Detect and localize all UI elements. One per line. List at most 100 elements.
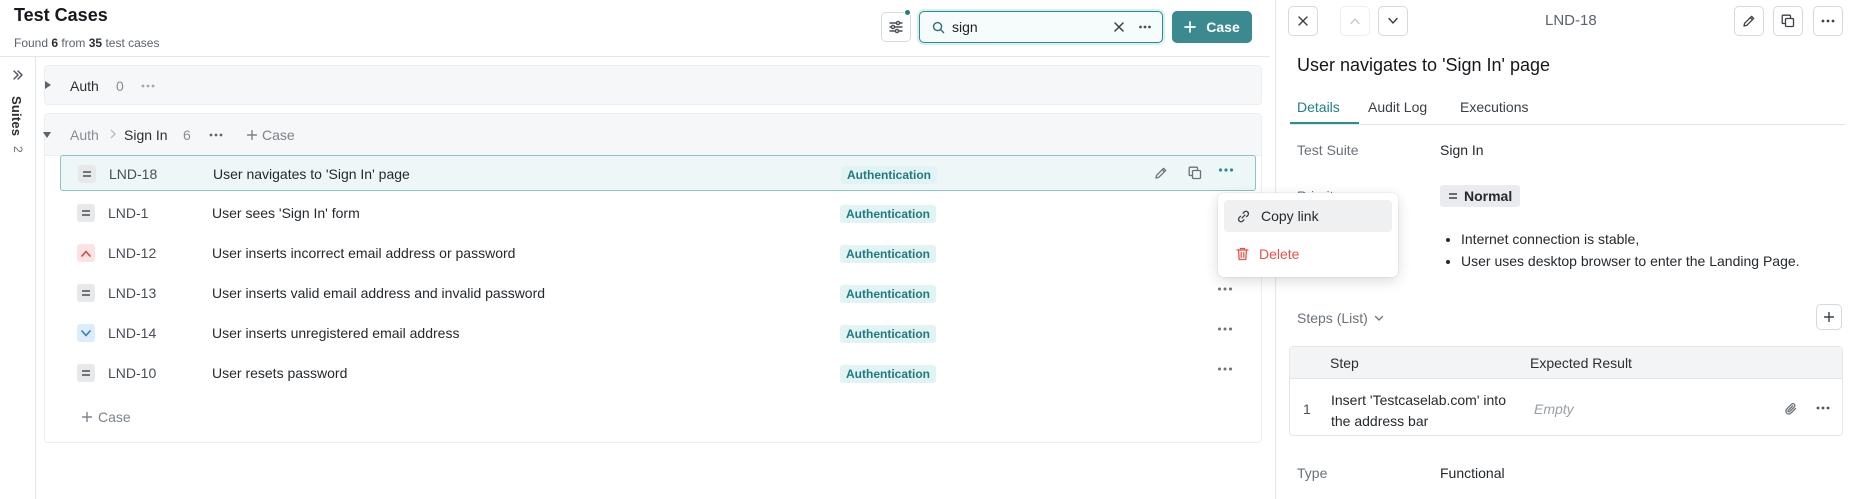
case-title[interactable]: User inserts incorrect email address or … [212, 245, 515, 261]
tag-badge[interactable]: Authentication [840, 325, 936, 343]
menu-item-delete[interactable]: Delete [1224, 238, 1392, 270]
tabs-divider [1290, 124, 1845, 125]
table-row[interactable]: LND-14 User inserts unregistered email a… [60, 315, 1256, 351]
tag-badge[interactable]: Authentication [841, 166, 937, 184]
test-suite-value: Sign In [1440, 142, 1484, 158]
add-step-button[interactable] [1816, 304, 1842, 330]
edit-case-button[interactable] [1734, 6, 1764, 36]
tag-badge[interactable]: Authentication [840, 205, 936, 223]
tag-badge[interactable]: Authentication [840, 365, 936, 383]
case-id: LND-14 [108, 325, 157, 341]
plus-icon [82, 412, 92, 422]
duplicate-case-button[interactable] [1773, 6, 1803, 36]
tab-executions[interactable]: Executions [1460, 99, 1528, 115]
list-item: User uses desktop browser to enter the L… [1461, 250, 1800, 272]
suite-name: Sign In [124, 127, 168, 143]
more-actions-button[interactable] [1813, 6, 1843, 36]
more-icon[interactable] [1816, 405, 1830, 411]
search-input[interactable] [952, 18, 1102, 36]
suite-group-auth[interactable]: Auth 0 [44, 65, 1262, 105]
suites-rail-label[interactable]: Suites [9, 96, 24, 136]
column-header-expected-result: Expected Result [1530, 355, 1632, 371]
suite-add-case-button[interactable]: Case [247, 127, 295, 143]
previous-case-button[interactable] [1340, 6, 1370, 36]
priority-normal-icon [1448, 192, 1458, 200]
steps-table: Step Expected Result 1 Insert 'Testcasel… [1289, 346, 1843, 436]
detail-title: User navigates to 'Sign In' page [1297, 55, 1551, 75]
case-id: LND-1 [108, 205, 149, 221]
tab-details[interactable]: Details [1297, 99, 1340, 115]
close-panel-button[interactable] [1288, 6, 1318, 36]
more-icon[interactable] [1138, 21, 1152, 33]
found-summary: Found 6 from 35 test cases [14, 36, 160, 50]
preconditions-list: Internet connection is stable, User uses… [1445, 228, 1800, 272]
plus-icon [1824, 312, 1834, 322]
pencil-icon[interactable] [1154, 166, 1168, 180]
case-id: LND-18 [109, 166, 158, 182]
table-row[interactable]: LND-18 User navigates to 'Sign In' page … [60, 155, 1256, 191]
add-case-button[interactable]: Case [1172, 11, 1252, 43]
priority-high-icon [77, 244, 95, 262]
more-icon[interactable] [1217, 326, 1233, 332]
header-divider [0, 56, 1270, 57]
case-title[interactable]: User inserts valid email address and inv… [212, 285, 545, 301]
page-title: Test Cases [14, 5, 108, 25]
chevron-down-icon [1374, 315, 1384, 322]
more-icon[interactable] [141, 83, 155, 89]
link-icon [1236, 209, 1251, 224]
more-icon[interactable] [1217, 286, 1233, 292]
step-text[interactable]: Insert 'Testcaselab.com' into the addres… [1331, 390, 1516, 432]
chevrons-right-icon[interactable] [12, 69, 24, 81]
plus-icon [247, 130, 257, 140]
suites-rail-count: 2 [11, 146, 25, 153]
pencil-icon [1742, 14, 1756, 28]
tag-badge[interactable]: Authentication [840, 245, 936, 263]
tag-badge[interactable]: Authentication [840, 285, 936, 303]
caret-right-icon[interactable] [45, 81, 51, 89]
paperclip-icon[interactable] [1784, 402, 1798, 416]
table-row[interactable]: LND-10 User resets password Authenticati… [60, 355, 1256, 391]
close-icon[interactable] [1112, 20, 1126, 34]
tab-audit-log[interactable]: Audit Log [1368, 99, 1427, 115]
case-title[interactable]: User navigates to 'Sign In' page [213, 166, 410, 182]
case-id: LND-13 [108, 285, 157, 301]
duplicate-icon[interactable] [1188, 166, 1202, 180]
more-icon[interactable] [209, 132, 223, 138]
filter-active-dot [904, 9, 911, 16]
add-case-inline-button[interactable]: Case [82, 409, 131, 425]
more-icon[interactable] [1218, 167, 1234, 173]
chevron-down-icon [1387, 17, 1399, 25]
priority-chip[interactable]: Normal [1440, 185, 1521, 207]
table-row[interactable]: LND-1 User sees 'Sign In' form Authentic… [60, 195, 1256, 231]
column-header-step: Step [1330, 355, 1359, 371]
suite-count: 0 [116, 78, 124, 94]
case-title[interactable]: User resets password [212, 365, 347, 381]
detail-case-id: LND-18 [1545, 12, 1597, 29]
next-case-button[interactable] [1378, 6, 1408, 36]
table-row[interactable]: LND-12 User inserts incorrect email addr… [60, 235, 1256, 271]
case-title[interactable]: User inserts unregistered email address [212, 325, 459, 341]
priority-low-icon [77, 324, 95, 342]
caret-down-icon[interactable] [43, 132, 51, 138]
suite-header[interactable]: Auth Sign In 6 Case [43, 114, 1261, 156]
case-id: LND-10 [108, 365, 157, 381]
sliders-icon [888, 19, 904, 35]
row-context-menu: Copy link Delete [1218, 193, 1398, 277]
priority-normal-icon [77, 284, 95, 302]
close-icon [1297, 15, 1309, 27]
duplicate-icon [1781, 14, 1795, 28]
menu-item-copy-link[interactable]: Copy link [1224, 200, 1392, 232]
suite-parent-name[interactable]: Auth [70, 127, 99, 143]
plus-icon [1184, 21, 1197, 33]
search-box[interactable] [919, 11, 1163, 43]
filter-button[interactable] [881, 12, 911, 42]
more-icon[interactable] [1217, 366, 1233, 372]
priority-normal-icon [77, 364, 95, 382]
table-row[interactable]: LND-13 User inserts valid email address … [60, 275, 1256, 311]
chevron-right-icon [110, 129, 116, 139]
steps-view-selector[interactable]: Steps (List) [1297, 310, 1384, 326]
priority-normal-icon [78, 165, 96, 183]
step-expected-result[interactable]: Empty [1534, 401, 1574, 417]
search-icon [932, 21, 945, 34]
case-title[interactable]: User sees 'Sign In' form [212, 205, 360, 221]
